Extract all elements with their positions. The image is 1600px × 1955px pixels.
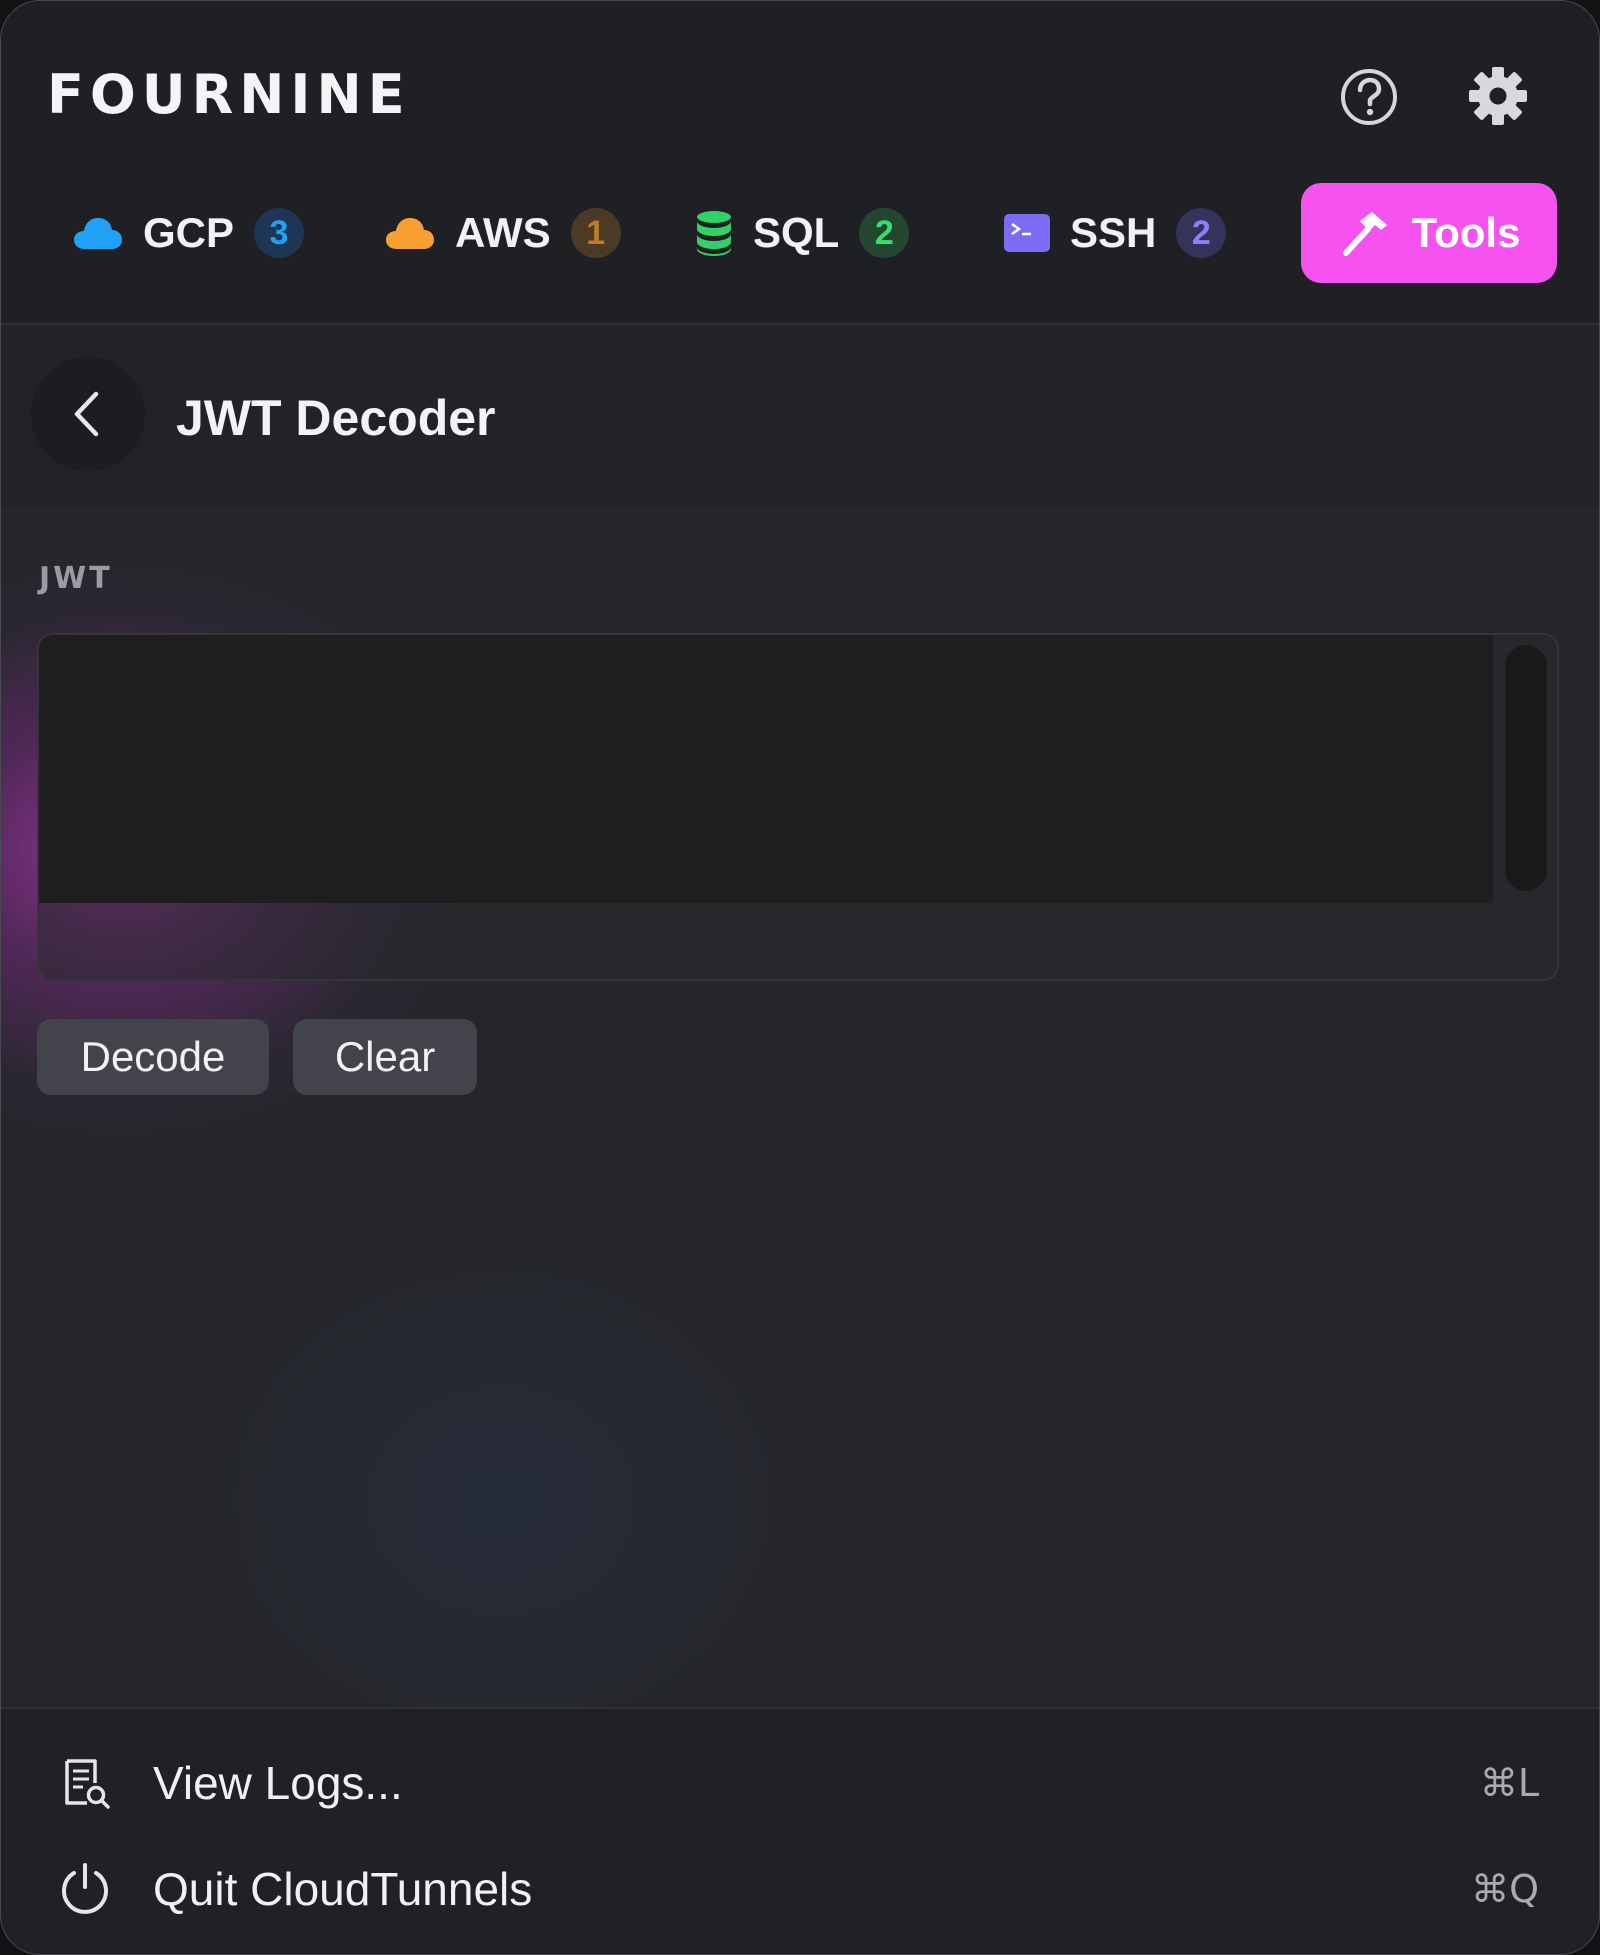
terminal-icon	[1004, 214, 1050, 252]
cloud-icon	[386, 218, 434, 249]
menu-item-view-logs[interactable]: View Logs... ⌘L	[1, 1733, 1599, 1833]
cloud-icon	[74, 218, 122, 249]
tab-gcp[interactable]: GCP 3	[73, 197, 305, 269]
brand-logo-text: FOURNINE	[47, 63, 411, 126]
tab-sql[interactable]: SQL 2	[695, 197, 910, 269]
tab-ssh-label: SSH	[1070, 209, 1157, 256]
menu-item-quit-shortcut: ⌘Q	[1471, 1867, 1539, 1911]
tab-tools[interactable]: Tools	[1301, 183, 1557, 283]
clear-button[interactable]: Clear	[293, 1019, 477, 1095]
tab-gcp-count-badge: 3	[254, 208, 305, 258]
hammer-icon	[1342, 212, 1387, 256]
help-circle-icon[interactable]	[1339, 67, 1399, 127]
menu-item-quit[interactable]: Quit CloudTunnels ⌘Q	[1, 1839, 1599, 1939]
tool-header: JWT Decoder	[1, 325, 1599, 507]
power-icon	[62, 1863, 108, 1914]
footer-menu: View Logs... ⌘L Quit CloudTunnels ⌘Q	[1, 1707, 1599, 1954]
jwt-input-container	[37, 633, 1559, 981]
jwt-field-label: JWT	[39, 561, 113, 596]
page-title: JWT Decoder	[176, 390, 496, 446]
tab-gcp-label: GCP	[143, 209, 235, 256]
tab-aws[interactable]: AWS 1	[385, 197, 621, 269]
tab-tools-label: Tools	[1411, 209, 1521, 256]
logs-search-icon	[65, 1759, 110, 1809]
jwt-input[interactable]	[39, 635, 1493, 903]
gear-icon[interactable]	[1467, 65, 1529, 127]
header: FOURNINE GCP 3 AWS 1 SQL 2 SSH 2 Tools	[1, 1, 1599, 325]
menu-item-view-logs-shortcut: ⌘L	[1479, 1761, 1539, 1805]
jwt-input-scrollbar[interactable]	[1505, 645, 1547, 891]
tab-sql-label: SQL	[753, 209, 840, 256]
menu-item-quit-label: Quit CloudTunnels	[153, 1863, 533, 1915]
back-button[interactable]	[31, 357, 145, 471]
database-icon	[697, 211, 731, 256]
tab-sql-count-badge: 2	[859, 208, 910, 258]
app-window: FOURNINE GCP 3 AWS 1 SQL 2 SSH 2 Tools J…	[0, 0, 1600, 1955]
decode-button[interactable]: Decode	[37, 1019, 269, 1095]
menu-item-view-logs-label: View Logs...	[153, 1757, 403, 1809]
tab-ssh-count-badge: 2	[1176, 208, 1227, 258]
tab-aws-label: AWS	[455, 209, 551, 256]
tab-ssh[interactable]: SSH 2	[1004, 197, 1227, 269]
tab-aws-count-badge: 1	[570, 208, 621, 258]
chevron-left-icon	[74, 391, 99, 437]
